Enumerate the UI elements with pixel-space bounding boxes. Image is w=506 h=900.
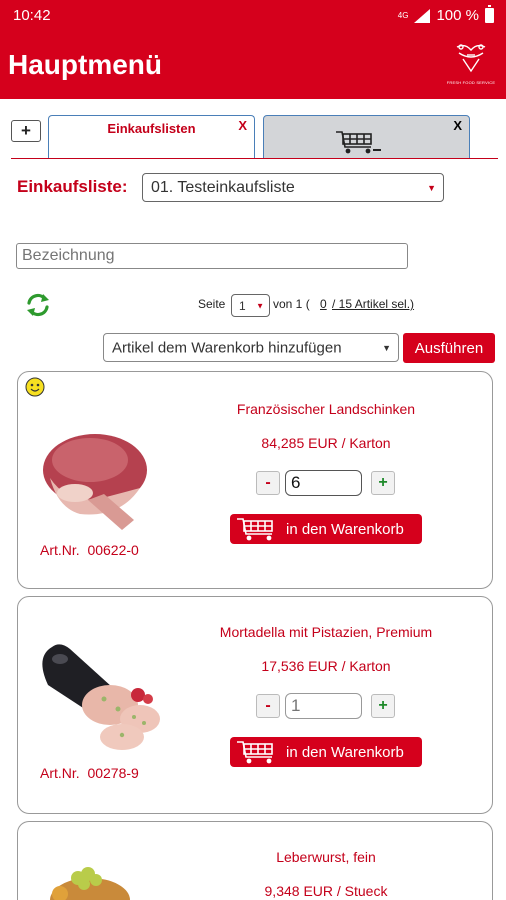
cart-icon	[237, 741, 273, 764]
product-card: Art.Nr. 00278-9 Mortadella mit Pistazien…	[17, 596, 493, 814]
page-title: Hauptmenü	[8, 49, 162, 80]
tab-bar: + Einkaufslisten X X	[0, 99, 506, 161]
action-select[interactable]: Artikel dem Warenkorb hinzufügen ▼	[103, 333, 399, 362]
liverwurst-image	[50, 867, 130, 900]
battery-icon	[485, 5, 494, 23]
product-name: Mortadella mit Pistazien, Premium	[219, 624, 433, 640]
network-type: 4G	[397, 11, 409, 20]
article-number: Art.Nr. 00622-0	[40, 542, 139, 558]
status-bar: 10:42 4G 100 %	[0, 0, 506, 32]
add-to-cart-button[interactable]: in den Warenkorb	[230, 737, 422, 767]
quantity-input[interactable]	[285, 693, 362, 719]
product-card: Art.Nr. 00622-0 Französischer Landschink…	[17, 371, 493, 589]
execute-button[interactable]: Ausführen	[403, 333, 495, 363]
refresh-icon[interactable]	[25, 292, 51, 318]
brand-logo: FRESH FOOD SERVICE	[442, 41, 500, 91]
decrease-quantity-button[interactable]: -	[256, 694, 280, 718]
pager-of-text: von 1 (	[273, 297, 310, 311]
action-value: Artikel dem Warenkorb hinzufügen	[112, 339, 342, 356]
cart-icon	[336, 131, 381, 154]
tab-cart[interactable]: X	[263, 115, 470, 159]
increase-quantity-button[interactable]: +	[371, 471, 395, 495]
product-price: 84,285 EUR / Karton	[261, 435, 391, 451]
decrease-quantity-button[interactable]: -	[256, 471, 280, 495]
tab-close-button[interactable]: X	[238, 118, 247, 133]
page-value: 1	[239, 298, 246, 313]
ham-image	[43, 434, 147, 530]
shopping-list-label: Einkaufsliste:	[17, 177, 128, 196]
page-select[interactable]: 1 ▼	[231, 294, 270, 317]
add-to-cart-label: in den Warenkorb	[286, 744, 404, 761]
battery-percent: 100 %	[436, 7, 479, 24]
tab-einkaufslisten[interactable]: Einkaufslisten X	[48, 115, 255, 159]
increase-quantity-button[interactable]: +	[371, 694, 395, 718]
article-number: Art.Nr. 00278-9	[40, 765, 139, 781]
logo-icon	[456, 44, 486, 73]
tab-label: Einkaufslisten	[107, 121, 196, 136]
add-tab-button[interactable]: +	[11, 120, 41, 142]
product-name: Französischer Landschinken	[236, 401, 416, 417]
search-input[interactable]	[16, 243, 408, 269]
app-bar: Hauptmenü FRESH FOOD SERVICE	[0, 32, 506, 99]
product-price: 17,536 EUR / Karton	[261, 658, 391, 674]
tab-divider	[11, 158, 498, 159]
signal-icon	[414, 8, 431, 23]
product-card: Leberwurst, fein 9,348 EUR / Stueck	[17, 821, 493, 900]
total-articles[interactable]: / 15 Artikel sel.)	[332, 297, 414, 311]
product-price: 9,348 EUR / Stueck	[264, 883, 388, 899]
add-to-cart-button[interactable]: in den Warenkorb	[230, 514, 422, 544]
cart-icon	[237, 518, 273, 541]
selected-count[interactable]: 0	[320, 297, 327, 311]
tab-close-button[interactable]: X	[453, 118, 462, 133]
shopping-list-select[interactable]: 01. Testeinkaufsliste ▼	[142, 173, 444, 202]
logo-text: FRESH FOOD SERVICE	[446, 80, 496, 85]
product-name: Leberwurst, fein	[276, 849, 376, 865]
status-time: 10:42	[13, 7, 51, 24]
shopping-list-row: Einkaufsliste:	[17, 172, 128, 202]
chevron-down-icon: ▼	[256, 301, 264, 310]
chevron-down-icon: ▼	[427, 182, 436, 193]
quantity-input[interactable]	[285, 470, 362, 496]
add-to-cart-label: in den Warenkorb	[286, 521, 404, 538]
shopping-list-value: 01. Testeinkaufsliste	[151, 178, 295, 196]
status-icons: 4G 100 %	[397, 5, 494, 24]
chevron-down-icon: ▼	[382, 342, 391, 353]
smiley-icon	[25, 377, 45, 397]
mortadella-image	[42, 644, 160, 750]
pager-label: Seite	[198, 297, 226, 311]
